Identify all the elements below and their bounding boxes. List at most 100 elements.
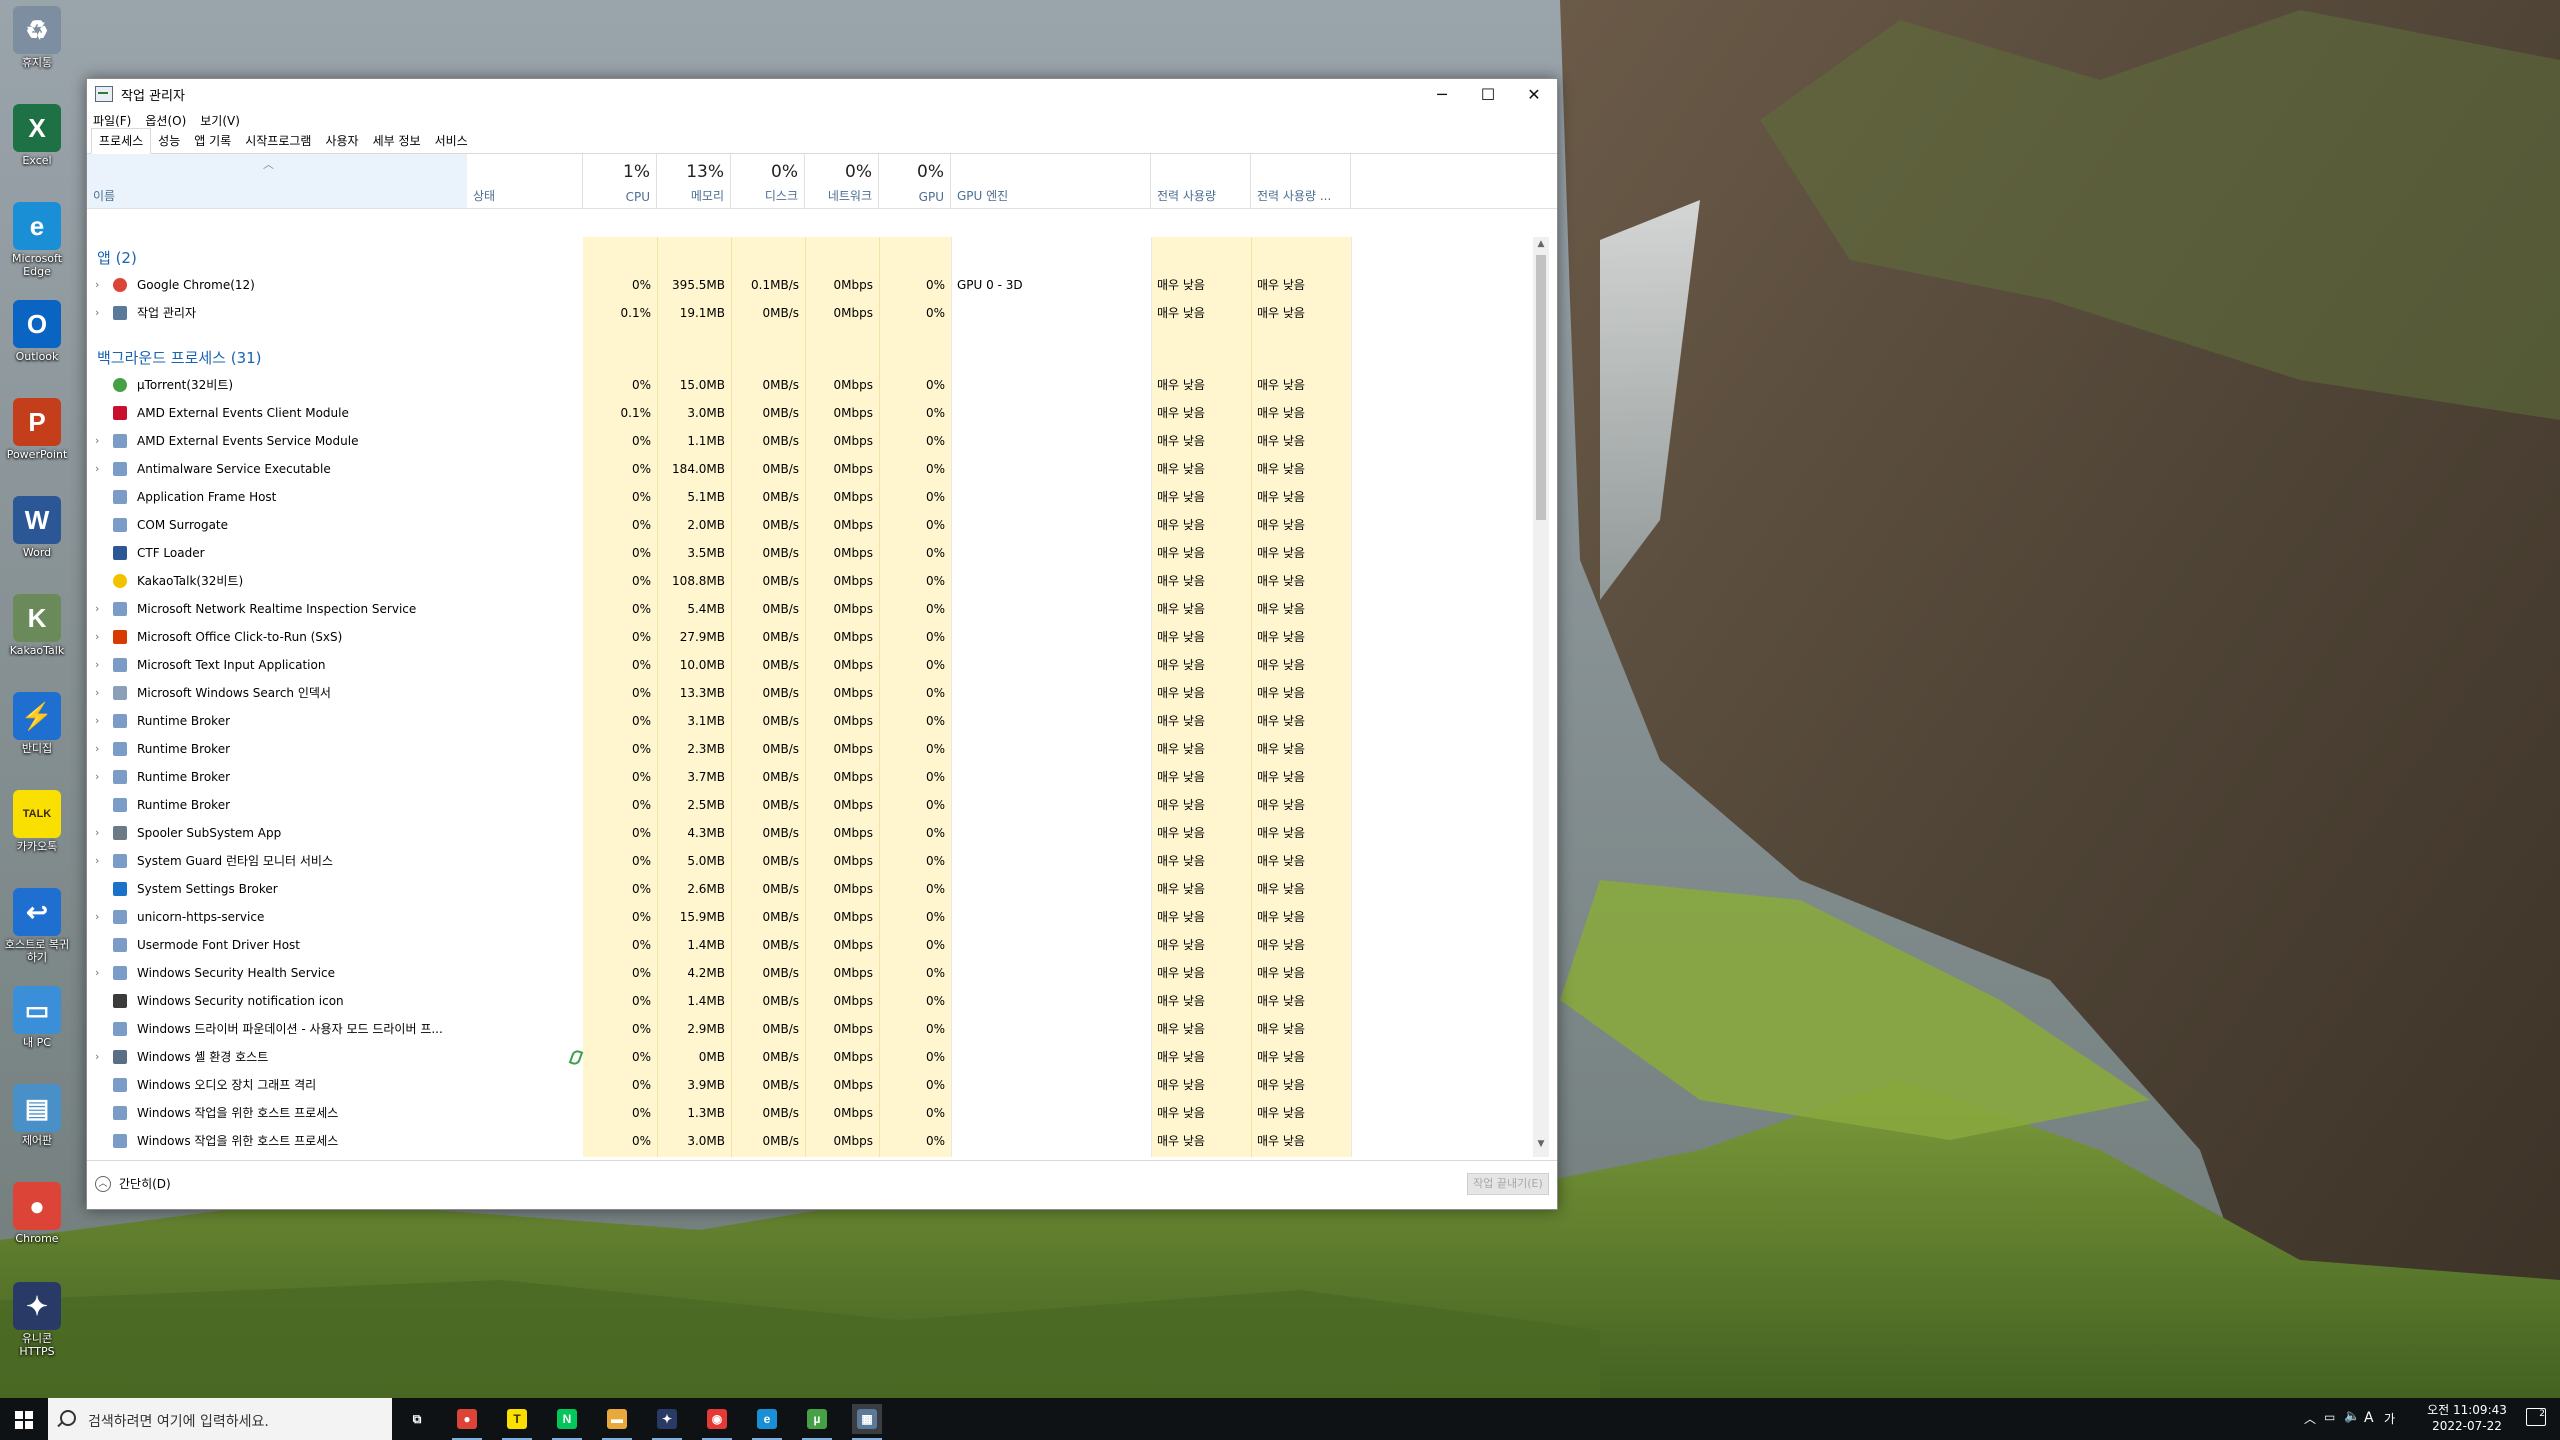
expand-chevron-icon[interactable] <box>95 791 105 819</box>
process-row[interactable]: Windows 작업을 위한 호스트 프로세스 0% 3.0MB 0MB/s 0Mbps… <box>87 1127 1547 1155</box>
process-row[interactable]: › Runtime Broker 0% 3.7MB 0MB/s 0Mbps 0% 매우 낮음 매… <box>87 763 1547 791</box>
col-network[interactable]: 0% 네트워크 <box>805 154 879 208</box>
process-row[interactable]: Application Frame Host 0% 5.1MB 0MB/s 0Mbps 0… <box>87 483 1547 511</box>
process-row[interactable]: › Runtime Broker 0% 3.1MB 0MB/s 0Mbps 0% 매우 낮음 매… <box>87 707 1547 735</box>
taskbar-app-edge[interactable]: e <box>752 1404 782 1440</box>
desktop-icon-recycle-bin[interactable]: ♻ 휴지통 <box>4 6 70 69</box>
scroll-down-icon[interactable]: ▼ <box>1533 1139 1549 1155</box>
end-task-button[interactable]: 작업 끝내기(E) <box>1467 1173 1549 1195</box>
process-row[interactable]: › 작업 관리자 0.1% 19.1MB 0MB/s 0Mbps 0% 매우 낮음 매우 낮음 <box>87 299 1547 327</box>
ime-hangul[interactable]: 가 <box>2384 1410 2395 1427</box>
process-row[interactable]: AMD External Events Client Module 0.1% 3.0… <box>87 399 1547 427</box>
process-row[interactable]: › Runtime Broker 0% 2.3MB 0MB/s 0Mbps 0% 매우 낮음 매… <box>87 735 1547 763</box>
close-button[interactable]: ✕ <box>1511 79 1557 109</box>
expand-chevron-icon[interactable] <box>95 483 105 511</box>
process-row[interactable]: › Spooler SubSystem App 0% 4.3MB 0MB/s 0Mbps 0… <box>87 819 1547 847</box>
tab-users[interactable]: 사용자 <box>318 129 365 153</box>
desktop-icon-chrome[interactable]: ● Chrome <box>4 1182 70 1245</box>
process-row[interactable]: System Settings Broker 0% 2.6MB 0MB/s 0Mbps 0… <box>87 875 1547 903</box>
desktop-icon-word[interactable]: W Word <box>4 496 70 559</box>
expand-chevron-icon[interactable] <box>95 987 105 1015</box>
col-gpu-engine[interactable]: GPU 엔진 <box>951 154 1151 208</box>
expand-chevron-icon[interactable]: › <box>95 1043 105 1071</box>
taskbar-app-chrome[interactable]: ● <box>452 1404 482 1440</box>
process-row[interactable]: µTorrent(32비트) 0% 15.0MB 0MB/s 0Mbps 0% 매우 낮음 매… <box>87 371 1547 399</box>
process-row[interactable]: › Windows 셸 환경 호스트 0% 0MB 0MB/s 0Mbps 0% 매우 낮음 매… <box>87 1043 1547 1071</box>
desktop-icon-powerpoint[interactable]: P PowerPoint <box>4 398 70 461</box>
process-row[interactable]: Windows 작업을 위한 호스트 프로세스 0% 1.3MB 0MB/s 0Mbps… <box>87 1099 1547 1127</box>
col-name[interactable]: ︿ 이름 <box>87 154 467 208</box>
desktop-icon-outlook[interactable]: O Outlook <box>4 300 70 363</box>
tab-services[interactable]: 서비스 <box>428 129 475 153</box>
tab-performance[interactable]: 성능 <box>151 129 187 153</box>
process-row[interactable]: Windows 오디오 장치 그래프 격리 0% 3.9MB 0MB/s 0Mbps 0%… <box>87 1071 1547 1099</box>
menu-view[interactable]: 보기(V) <box>200 112 240 129</box>
process-row[interactable]: › Microsoft Office Click-to-Run (SxS) 0% 27… <box>87 623 1547 651</box>
col-power-trend[interactable]: 전력 사용량 ... <box>1251 154 1351 208</box>
process-row[interactable]: Windows 드라이버 파운데이션 - 사용자 모드 드라이버 프... 0% 2… <box>87 1015 1547 1043</box>
expand-chevron-icon[interactable] <box>95 511 105 539</box>
expand-chevron-icon[interactable] <box>95 931 105 959</box>
taskbar-app-naver[interactable]: N <box>552 1404 582 1440</box>
process-row[interactable]: › Microsoft Network Realtime Inspection S… <box>87 595 1547 623</box>
taskbar-app-task-view[interactable]: ⧉ <box>402 1404 432 1434</box>
expand-chevron-icon[interactable]: › <box>95 903 105 931</box>
expand-chevron-icon[interactable]: › <box>95 847 105 875</box>
expand-chevron-icon[interactable]: › <box>95 1155 105 1157</box>
desktop-icon-bandizip[interactable]: ⚡ 반디집 <box>4 692 70 755</box>
taskbar-app-kakaotalk[interactable]: T <box>502 1404 532 1440</box>
col-disk[interactable]: 0% 디스크 <box>731 154 805 208</box>
group-background[interactable]: 백그라운드 프로세스 (31) <box>87 337 1547 371</box>
expand-chevron-icon[interactable]: › <box>95 959 105 987</box>
process-row[interactable]: Runtime Broker 0% 2.5MB 0MB/s 0Mbps 0% 매우 낮음 매우… <box>87 791 1547 819</box>
tab-startup[interactable]: 시작프로그램 <box>238 129 318 153</box>
group-apps[interactable]: 앱 (2) <box>87 237 1547 271</box>
expand-chevron-icon[interactable]: › <box>95 651 105 679</box>
expand-chevron-icon[interactable]: › <box>95 455 105 483</box>
expand-chevron-icon[interactable]: › <box>95 271 105 299</box>
taskbar-app-file-explorer[interactable]: ▬ <box>602 1404 632 1440</box>
expand-chevron-icon[interactable]: › <box>95 595 105 623</box>
tray-overflow-icon[interactable]: ︿ <box>2304 1410 2316 1427</box>
scroll-up-icon[interactable]: ▲ <box>1533 239 1549 255</box>
expand-chevron-icon[interactable] <box>95 1015 105 1043</box>
desktop-icon-edge[interactable]: e Microsoft Edge <box>4 202 70 278</box>
desktop-icon-control-panel[interactable]: ▤ 제어판 <box>4 1084 70 1147</box>
expand-chevron-icon[interactable]: › <box>95 735 105 763</box>
desktop-icon-return-to-host[interactable]: ↩ 호스트로 복귀하기 <box>4 888 70 964</box>
col-cpu[interactable]: 1% CPU <box>583 154 657 208</box>
expand-chevron-icon[interactable]: › <box>95 299 105 327</box>
menu-file[interactable]: 파일(F) <box>93 112 131 129</box>
col-gpu[interactable]: 0% GPU <box>879 154 951 208</box>
title-bar[interactable]: 작업 관리자 ─ ☐ ✕ <box>87 79 1557 109</box>
expand-chevron-icon[interactable]: › <box>95 679 105 707</box>
taskbar-app-task-manager[interactable]: ▦ <box>852 1404 882 1440</box>
col-memory[interactable]: 13% 메모리 <box>657 154 731 208</box>
taskbar-app-app-red[interactable]: ◉ <box>702 1404 732 1440</box>
process-row[interactable]: CTF Loader 0% 3.5MB 0MB/s 0Mbps 0% 매우 낮음 매우 낮음 <box>87 539 1547 567</box>
process-row[interactable]: › unicorn-https-service 0% 15.9MB 0MB/s 0Mbps… <box>87 903 1547 931</box>
process-row[interactable]: Windows Security notification icon 0% 1.4M… <box>87 987 1547 1015</box>
expand-chevron-icon[interactable]: › <box>95 623 105 651</box>
expand-chevron-icon[interactable] <box>95 371 105 399</box>
expand-chevron-icon[interactable]: › <box>95 763 105 791</box>
ime-mode[interactable]: A <box>2364 1410 2374 1426</box>
tab-details[interactable]: 세부 정보 <box>366 129 428 153</box>
expand-chevron-icon[interactable] <box>95 1071 105 1099</box>
vertical-scrollbar[interactable]: ▲ ▼ <box>1533 237 1549 1157</box>
taskbar-app-utorrent[interactable]: µ <box>802 1404 832 1440</box>
process-row[interactable]: › Antimalware Service Executable 0% 184.0MB… <box>87 455 1547 483</box>
volume-icon[interactable]: 🔈 <box>2344 1409 2360 1424</box>
expand-chevron-icon[interactable]: › <box>95 707 105 735</box>
expand-chevron-icon[interactable] <box>95 399 105 427</box>
desktop-icon-my-pc[interactable]: ▭ 내 PC <box>4 986 70 1049</box>
expand-chevron-icon[interactable]: › <box>95 427 105 455</box>
scroll-thumb[interactable] <box>1536 255 1546 520</box>
process-row[interactable]: › Google Chrome(12) 0% 395.5MB 0.1MB/s 0Mbps 0… <box>87 271 1547 299</box>
expand-chevron-icon[interactable] <box>95 539 105 567</box>
desktop-icon-kakaotalk-pc[interactable]: K KakaoTalk <box>4 594 70 657</box>
tab-processes[interactable]: 프로세스 <box>91 128 152 154</box>
taskbar-app-unicorn[interactable]: ✦ <box>652 1404 682 1440</box>
process-row[interactable]: › 검색 0% 0MB 0MB/s 0Mbps 0% 매우 낮음 매우 낮음 <box>87 1155 1547 1157</box>
process-row[interactable]: COM Surrogate 0% 2.0MB 0MB/s 0Mbps 0% 매우 낮음 매우 … <box>87 511 1547 539</box>
